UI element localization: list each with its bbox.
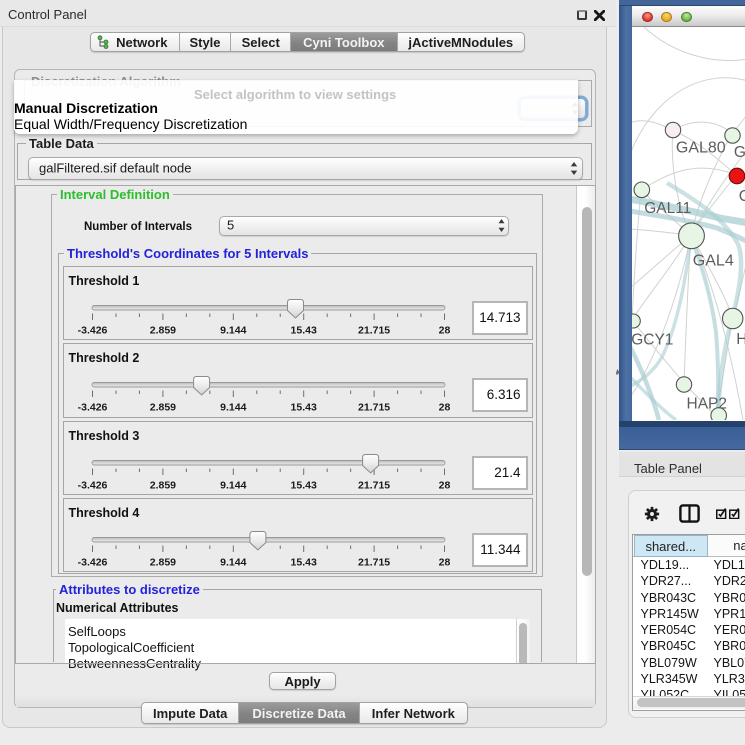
svg-text:2.859: 2.859 bbox=[149, 402, 175, 414]
svg-text:GAL4: GAL4 bbox=[693, 253, 734, 270]
svg-text:-3.426: -3.426 bbox=[77, 479, 107, 491]
svg-text:15.43: 15.43 bbox=[290, 402, 316, 414]
svg-text:15.43: 15.43 bbox=[290, 556, 316, 568]
svg-text:HA: HA bbox=[736, 331, 745, 348]
svg-text:2.859: 2.859 bbox=[149, 479, 175, 491]
svg-text:-3.426: -3.426 bbox=[77, 324, 107, 336]
svg-text:9.144: 9.144 bbox=[220, 556, 246, 568]
svg-text:GAL: GAL bbox=[734, 144, 745, 161]
svg-text:2.859: 2.859 bbox=[149, 324, 175, 336]
svg-text:-3.426: -3.426 bbox=[77, 556, 107, 568]
svg-text:-3.426: -3.426 bbox=[77, 402, 107, 414]
svg-text:9.144: 9.144 bbox=[220, 402, 246, 414]
svg-text:GAL11: GAL11 bbox=[644, 200, 691, 217]
svg-text:21.715: 21.715 bbox=[358, 556, 390, 568]
svg-text:21.715: 21.715 bbox=[358, 324, 390, 336]
svg-text:CA: CA bbox=[739, 188, 745, 205]
svg-text:15.43: 15.43 bbox=[290, 324, 316, 336]
svg-text:28: 28 bbox=[438, 402, 450, 414]
svg-text:9.144: 9.144 bbox=[220, 479, 246, 491]
svg-text:HAP2: HAP2 bbox=[687, 396, 728, 413]
svg-text:28: 28 bbox=[438, 479, 450, 491]
svg-text:28: 28 bbox=[438, 556, 450, 568]
svg-text:21.715: 21.715 bbox=[358, 479, 390, 491]
svg-text:21.715: 21.715 bbox=[358, 402, 390, 414]
svg-text:15.43: 15.43 bbox=[290, 479, 316, 491]
svg-text:GAL80: GAL80 bbox=[676, 140, 726, 157]
svg-text:9.144: 9.144 bbox=[220, 324, 246, 336]
svg-text:GCY1: GCY1 bbox=[632, 332, 673, 349]
svg-text:2.859: 2.859 bbox=[149, 556, 175, 568]
svg-text:28: 28 bbox=[438, 324, 450, 336]
